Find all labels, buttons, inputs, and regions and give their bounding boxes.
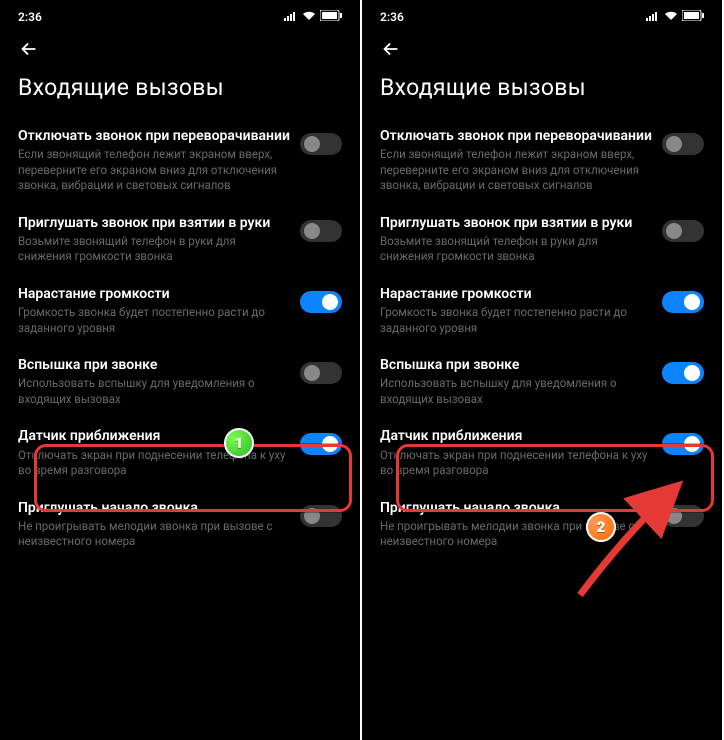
setting-title: Отключать звонок при переворачивании (380, 127, 652, 145)
setting-title: Датчик приближения (380, 427, 652, 445)
toggle-switch[interactable] (662, 433, 704, 455)
setting-row-2[interactable]: Нарастание громкости Громкость звонка бу… (0, 275, 360, 346)
toggle-switch[interactable] (662, 220, 704, 242)
toggle-switch[interactable] (300, 505, 342, 527)
page-title: Входящие вызовы (362, 68, 722, 117)
setting-row-1[interactable]: Приглушать звонок при взятии в руки Возь… (0, 204, 360, 275)
setting-title: Приглушать звонок при взятии в руки (18, 214, 290, 232)
back-button[interactable] (0, 28, 360, 68)
toggle-switch[interactable] (662, 291, 704, 313)
toggle-switch[interactable] (300, 133, 342, 155)
wifi-icon (664, 10, 678, 24)
toggle-switch[interactable] (662, 505, 704, 527)
status-bar: 2:36 (362, 0, 722, 28)
status-bar: 2:36 (0, 0, 360, 28)
signal-icon (284, 10, 298, 24)
setting-desc: Использовать вспышку для уведомления о в… (18, 376, 290, 407)
annotation-badge-2: 2 (586, 512, 616, 542)
wifi-icon (302, 10, 316, 24)
setting-desc: Не проигрывать мелодии звонка при вызове… (18, 519, 290, 550)
setting-desc: Возьмите звонящий телефон в руки для сни… (18, 234, 290, 265)
annotation-badge-1: 1 (224, 428, 254, 458)
setting-title: Отключать звонок при переворачивании (18, 127, 290, 145)
battery-icon (320, 10, 342, 24)
setting-desc: Громкость звонка будет постепенно расти … (18, 305, 290, 336)
setting-title: Приглушать начало звонка (380, 499, 652, 517)
battery-icon (682, 10, 704, 24)
setting-title: Нарастание громкости (380, 285, 652, 303)
toggle-switch[interactable] (300, 291, 342, 313)
screen-2: 2:36 Входящие вызовы Отключать звонок пр… (362, 0, 722, 740)
toggle-switch[interactable] (300, 362, 342, 384)
back-button[interactable] (362, 28, 722, 68)
setting-desc: Возьмите звонящий телефон в руки для сни… (380, 234, 652, 265)
toggle-switch[interactable] (300, 433, 342, 455)
page-title: Входящие вызовы (0, 68, 360, 117)
status-time: 2:36 (18, 10, 42, 24)
status-time: 2:36 (380, 10, 404, 24)
setting-desc: Если звонящий телефон лежит экраном ввер… (380, 147, 652, 194)
toggle-switch[interactable] (662, 362, 704, 384)
setting-row-5[interactable]: Приглушать начало звонка Не проигрывать … (362, 489, 722, 560)
setting-title: Приглушать начало звонка (18, 499, 290, 517)
setting-title: Приглушать звонок при взятии в руки (380, 214, 652, 232)
setting-row-3[interactable]: Вспышка при звонке Использовать вспышку … (0, 346, 360, 417)
setting-desc: Если звонящий телефон лежит экраном ввер… (18, 147, 290, 194)
toggle-switch[interactable] (662, 133, 704, 155)
setting-title: Нарастание громкости (18, 285, 290, 303)
setting-row-3[interactable]: Вспышка при звонке Использовать вспышку … (362, 346, 722, 417)
setting-desc: Громкость звонка будет постепенно расти … (380, 305, 652, 336)
setting-row-4[interactable]: Датчик приближения Отключать экран при п… (0, 417, 360, 488)
setting-title: Вспышка при звонке (380, 356, 652, 374)
setting-row-0[interactable]: Отключать звонок при переворачивании Есл… (362, 117, 722, 204)
toggle-switch[interactable] (300, 220, 342, 242)
setting-row-1[interactable]: Приглушать звонок при взятии в руки Возь… (362, 204, 722, 275)
setting-title: Вспышка при звонке (18, 356, 290, 374)
setting-row-2[interactable]: Нарастание громкости Громкость звонка бу… (362, 275, 722, 346)
setting-row-4[interactable]: Датчик приближения Отключать экран при п… (362, 417, 722, 488)
setting-desc: Отключать экран при поднесении телефона … (380, 448, 652, 479)
screen-1: 2:36 Входящие вызовы Отключать звонок пр… (0, 0, 360, 740)
signal-icon (646, 10, 660, 24)
setting-row-0[interactable]: Отключать звонок при переворачивании Есл… (0, 117, 360, 204)
setting-desc: Использовать вспышку для уведомления о в… (380, 376, 652, 407)
setting-row-5[interactable]: Приглушать начало звонка Не проигрывать … (0, 489, 360, 560)
